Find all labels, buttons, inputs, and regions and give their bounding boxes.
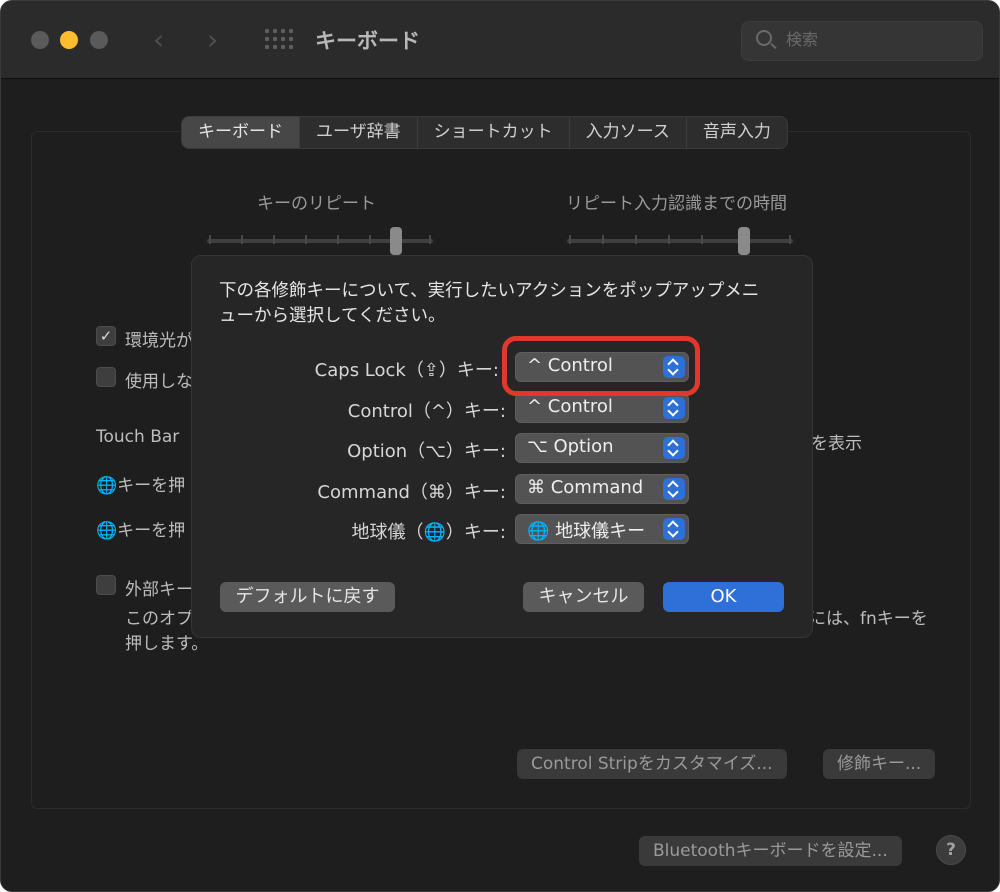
modifier-keys-button[interactable]: 修飾キー... — [823, 749, 936, 779]
setup-bluetooth-keyboard-button[interactable]: Bluetoothキーボードを設定... — [639, 836, 902, 866]
customize-control-strip-button[interactable]: Control Stripをカスタマイズ... — [517, 749, 787, 779]
popup-stepper-icon — [663, 518, 685, 540]
tab-dictation[interactable]: 音声入力 — [687, 117, 787, 148]
control-key-label: Control（^）キー: — [347, 401, 506, 422]
ok-button[interactable]: OK — [663, 582, 784, 612]
tab-user-dictionary[interactable]: ユーザ辞書 — [300, 117, 418, 148]
option-key-popup[interactable]: ⌥ Option — [515, 433, 689, 463]
globe-key-label: 地球儀（🌐）キー: — [351, 522, 506, 543]
touch-bar-label: Touch Bar — [96, 427, 180, 447]
key-repeat-slider-knob[interactable] — [390, 227, 402, 255]
delay-until-repeat-label: リピート入力認識までの時間 — [566, 194, 787, 214]
zoom-window-button[interactable] — [90, 31, 108, 49]
cancel-button[interactable]: キャンセル — [523, 582, 644, 612]
tab-keyboard[interactable]: キーボード — [182, 117, 300, 148]
control-key-popup[interactable]: ^ Control — [515, 393, 689, 423]
caps-lock-key-label: Caps Lock（⇪）キー: — [314, 360, 499, 381]
tab-shortcuts[interactable]: ショートカット — [418, 117, 570, 148]
forward-arrow-icon[interactable]: › — [207, 23, 218, 56]
ambient-light-checkbox[interactable]: ✓ — [96, 326, 116, 346]
caps-lock-highlight-annotation — [502, 336, 700, 396]
option-key-value: ⌥ Option — [527, 436, 614, 457]
title-bar: ‹ › キーボード — [1, 1, 999, 79]
globe-key-value: 🌐 地球儀キー — [527, 521, 646, 542]
popup-stepper-icon — [663, 397, 685, 419]
option-key-label: Option（⌥）キー: — [347, 441, 506, 462]
unused-checkbox[interactable] — [96, 367, 116, 387]
dialog-message-line2: ューから選択してください。 — [219, 306, 446, 326]
fn-key-note: には、fnキーを — [809, 609, 928, 629]
tab-bar: キーボード ユーザ辞書 ショートカット 入力ソース 音声入力 — [181, 116, 788, 149]
help-button[interactable]: ? — [936, 835, 966, 865]
option-note-line1: このオプ — [125, 609, 193, 629]
popup-stepper-icon — [663, 437, 685, 459]
control-key-value: ^ Control — [527, 396, 613, 417]
dialog-message-line1: 下の各修飾キーについて、実行したいアクションをポップアップメニ — [219, 281, 760, 301]
keyboard-preferences-window: ‹ › キーボード キーボード ユーザ辞書 ショートカット 入力ソース 音声入力… — [0, 0, 1000, 892]
globe-key-press-label-1: 🌐キーを押 — [96, 476, 186, 496]
window-title: キーボード — [315, 29, 420, 53]
touch-bar-show-label: を表示 — [811, 434, 862, 454]
search-field[interactable] — [741, 21, 983, 61]
unused-label: 使用しな — [125, 372, 193, 392]
external-keyboard-label: 外部キー — [125, 580, 193, 600]
popup-stepper-icon — [663, 478, 685, 500]
show-all-grid-icon[interactable] — [265, 29, 293, 51]
search-input[interactable] — [786, 28, 966, 54]
search-icon — [756, 30, 772, 46]
ambient-light-label: 環境光が — [125, 331, 193, 351]
tab-input-sources[interactable]: 入力ソース — [570, 117, 687, 148]
command-key-popup[interactable]: ⌘ Command — [515, 474, 689, 504]
external-keyboard-checkbox[interactable] — [96, 575, 116, 595]
delay-slider-knob[interactable] — [738, 227, 750, 255]
back-arrow-icon[interactable]: ‹ — [153, 23, 164, 56]
globe-key-press-label-2: 🌐キーを押 — [96, 521, 186, 541]
command-key-value: ⌘ Command — [527, 477, 644, 498]
close-window-button[interactable] — [31, 31, 49, 49]
globe-key-popup[interactable]: 🌐 地球儀キー — [515, 514, 689, 544]
key-repeat-label: キーのリピート — [257, 194, 376, 214]
dialog-message: 下の各修飾キーについて、実行したいアクションをポップアップメニ ューから選択して… — [219, 279, 799, 329]
command-key-label: Command（⌘）キー: — [317, 482, 506, 503]
restore-defaults-button[interactable]: デフォルトに戻す — [220, 582, 395, 612]
minimize-window-button[interactable] — [60, 31, 78, 49]
